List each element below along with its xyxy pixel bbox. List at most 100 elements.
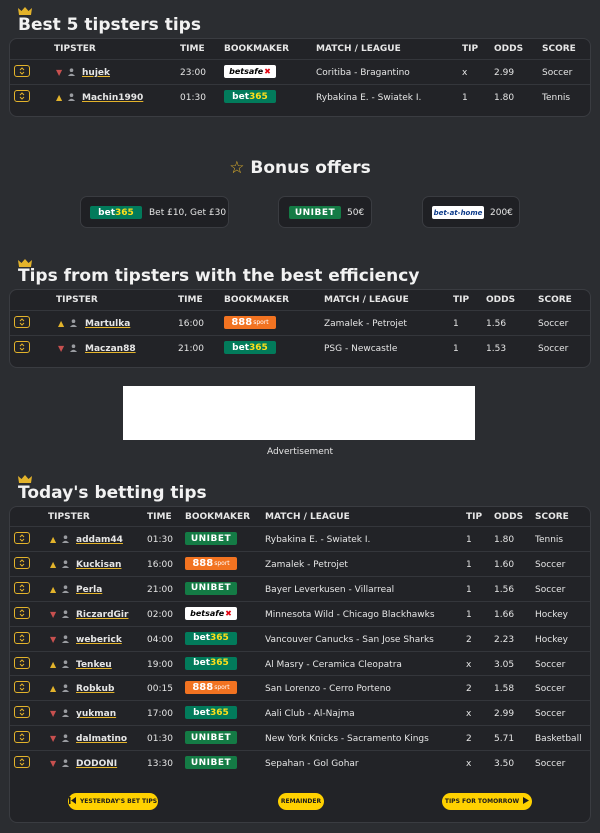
table-row[interactable]: ▲ Tenkeu 19:00 bet 365 Al Masry - Ceramica Cl… [10,650,590,677]
expand-icon[interactable] [14,65,30,77]
tipster-link[interactable]: Martulka [85,319,130,329]
tip-value: 2 [466,684,472,695]
trend-down-icon: ▼ [58,344,65,353]
expand-icon[interactable] [14,631,30,644]
expand-icon[interactable] [14,656,30,669]
bonus-offer-bet365[interactable]: bet 365 Bet £10, Get £30 [80,196,229,228]
bookmaker-link[interactable]: UNIBET [185,581,237,595]
bookmaker-link[interactable]: bet 365 [185,631,237,645]
remainder-button[interactable]: REMAINDER [278,793,324,810]
bonus-offer-text: 50€ [347,208,365,218]
user-icon [70,319,77,330]
tip-value: 1 [453,319,459,329]
tip-value: 2 [466,634,472,645]
trend-down-icon: ▼ [50,709,57,719]
tipster-link[interactable]: Machin1990 [82,93,143,103]
table-row[interactable]: ▼ Maczan88 21:00 bet 365 PSG - Newcastle 1 1.53… [10,335,590,361]
bookmaker-link[interactable]: UNIBET [185,731,237,745]
tipster-link[interactable]: DODONI [76,759,117,769]
advertisement-label: Advertisement [266,447,334,457]
user-icon [62,759,69,770]
bookmaker-link[interactable]: bet 365 [224,90,276,103]
bookmaker-link[interactable]: bet 365 [224,341,276,354]
match-time: 21:00 [147,584,173,595]
table-row[interactable]: ▲ Kuckisan 16:00 888 sport Zamalek - Petrojet… [10,550,590,577]
table-row[interactable]: ▲ Perla 21:00 UNIBET Bayer Leverkusen - Vill… [10,575,590,602]
header-score: SCORE [542,44,576,54]
bookmaker-link[interactable]: bet 365 [185,706,237,720]
expand-icon[interactable] [14,532,30,544]
user-icon [68,68,75,79]
bookmaker-link[interactable]: 888 sport [224,316,276,329]
table-row[interactable]: ▼ hujek 23:00 betsafe ✖ Coritiba - Bragantino… [10,59,590,85]
expand-icon[interactable] [14,341,30,353]
tipster-link[interactable]: yukman [76,709,116,719]
user-icon [62,659,69,671]
tip-value: 1 [453,344,459,354]
bookmaker-logo-unibet: UNIBET [185,756,237,770]
table-row[interactable]: ▲ Machin1990 01:30 bet 365 Rybakina E. - Swia… [10,84,590,110]
user-icon [62,585,69,596]
bookmaker-link[interactable]: bet 365 [185,656,237,670]
bookmaker-link[interactable]: betsafe ✖ [224,65,276,78]
tipster-link[interactable]: weberick [76,635,122,645]
bonus-offer-bet-at-home[interactable]: bet-at-home 200€ [422,196,520,228]
table-row[interactable]: ▲ Robkub 00:15 888 sport San Lorenzo - Cerro … [10,675,590,701]
yesterday-tips-button[interactable]: YESTERDAY'S BET TIPS [68,793,158,810]
tip-value: 2 [466,734,472,745]
odds-value: 1.53 [486,344,507,354]
bookmaker-link[interactable]: 888 sport [185,556,237,570]
expand-icon[interactable] [14,681,30,694]
header-tip: TIP [453,295,470,305]
tipster-link[interactable]: dalmatino [76,734,127,744]
trend-up-icon: ▲ [50,559,57,569]
bookmaker-link[interactable]: UNIBET [185,756,237,770]
trend-up-icon: ▲ [50,584,57,594]
expand-icon[interactable] [14,606,30,619]
bookmaker-link[interactable]: 888 sport [185,681,237,695]
tipster-link[interactable]: RiczardGir [76,610,128,620]
tipster-link[interactable]: Perla [76,585,102,595]
bookmaker-logo-888sport: 888 sport [185,681,237,695]
table-row[interactable]: ▲ Martulka 16:00 888 sport Zamalek - Petrojet… [10,310,590,336]
expand-icon[interactable] [14,756,30,769]
table-row[interactable]: ▼ weberick 04:00 bet 365 Vancouver Canucks - … [10,625,590,652]
tipster-link[interactable]: Robkub [76,684,114,694]
tipster-link[interactable]: Maczan88 [85,344,136,354]
expand-icon[interactable] [14,706,30,719]
sport-name: Soccer [535,709,566,720]
match-name: Rybakina E. - Swiatek I. [265,535,371,545]
expand-icon[interactable] [14,316,30,328]
bonus-offer-unibet[interactable]: UNIBET 50€ [278,196,372,228]
expand-icon[interactable] [14,731,30,744]
sport-name: Soccer [535,584,566,595]
user-icon [62,535,69,546]
table-row[interactable]: ▼ DODONI 13:30 UNIBET Sepahan - Gol Gohar x 3.… [10,750,590,776]
yesterday-tips-label: YESTERDAY'S BET TIPS [79,798,158,805]
tipster-link[interactable]: Kuckisan [76,560,121,570]
tipster-link[interactable]: hujek [82,68,110,78]
advertisement-banner[interactable] [123,386,475,440]
bookmaker-link[interactable]: UNIBET [185,532,237,545]
match-name: Coritiba - Bragantino [316,68,410,78]
bookmaker-link[interactable]: betsafe ✖ [185,606,237,620]
tipster-link[interactable]: addam44 [76,535,123,545]
bookmaker-logo-888sport: 888 sport [185,556,237,570]
match-name: New York Knicks - Sacramento Kings [265,734,429,745]
tipster-link[interactable]: Tenkeu [76,660,112,670]
table-row[interactable]: ▼ RiczardGir 02:00 betsafe ✖ Minnesota Wild -… [10,600,590,627]
section-title-today: Today's betting tips [18,483,207,503]
match-time: 19:00 [147,659,173,670]
expand-icon[interactable] [14,556,30,569]
expand-icon[interactable] [14,90,30,102]
header-odds: ODDS [486,295,516,305]
header-bookmaker: BOOKMAKER [224,295,290,305]
expand-icon[interactable] [14,581,30,594]
table-row[interactable]: ▲ addam44 01:30 UNIBET Rybakina E. - Swiatek… [10,526,590,552]
tomorrow-tips-button[interactable]: TIPS FOR TOMORROW [442,793,532,810]
table-row[interactable]: ▼ yukman 17:00 bet 365 Aali Club - Al-Najma x 2… [10,700,590,726]
table-row[interactable]: ▼ dalmatino 01:30 UNIBET New York Knicks - S… [10,725,590,751]
tip-value: x [466,709,472,720]
sport-name: Tennis [542,93,571,103]
match-time: 17:00 [147,709,173,720]
